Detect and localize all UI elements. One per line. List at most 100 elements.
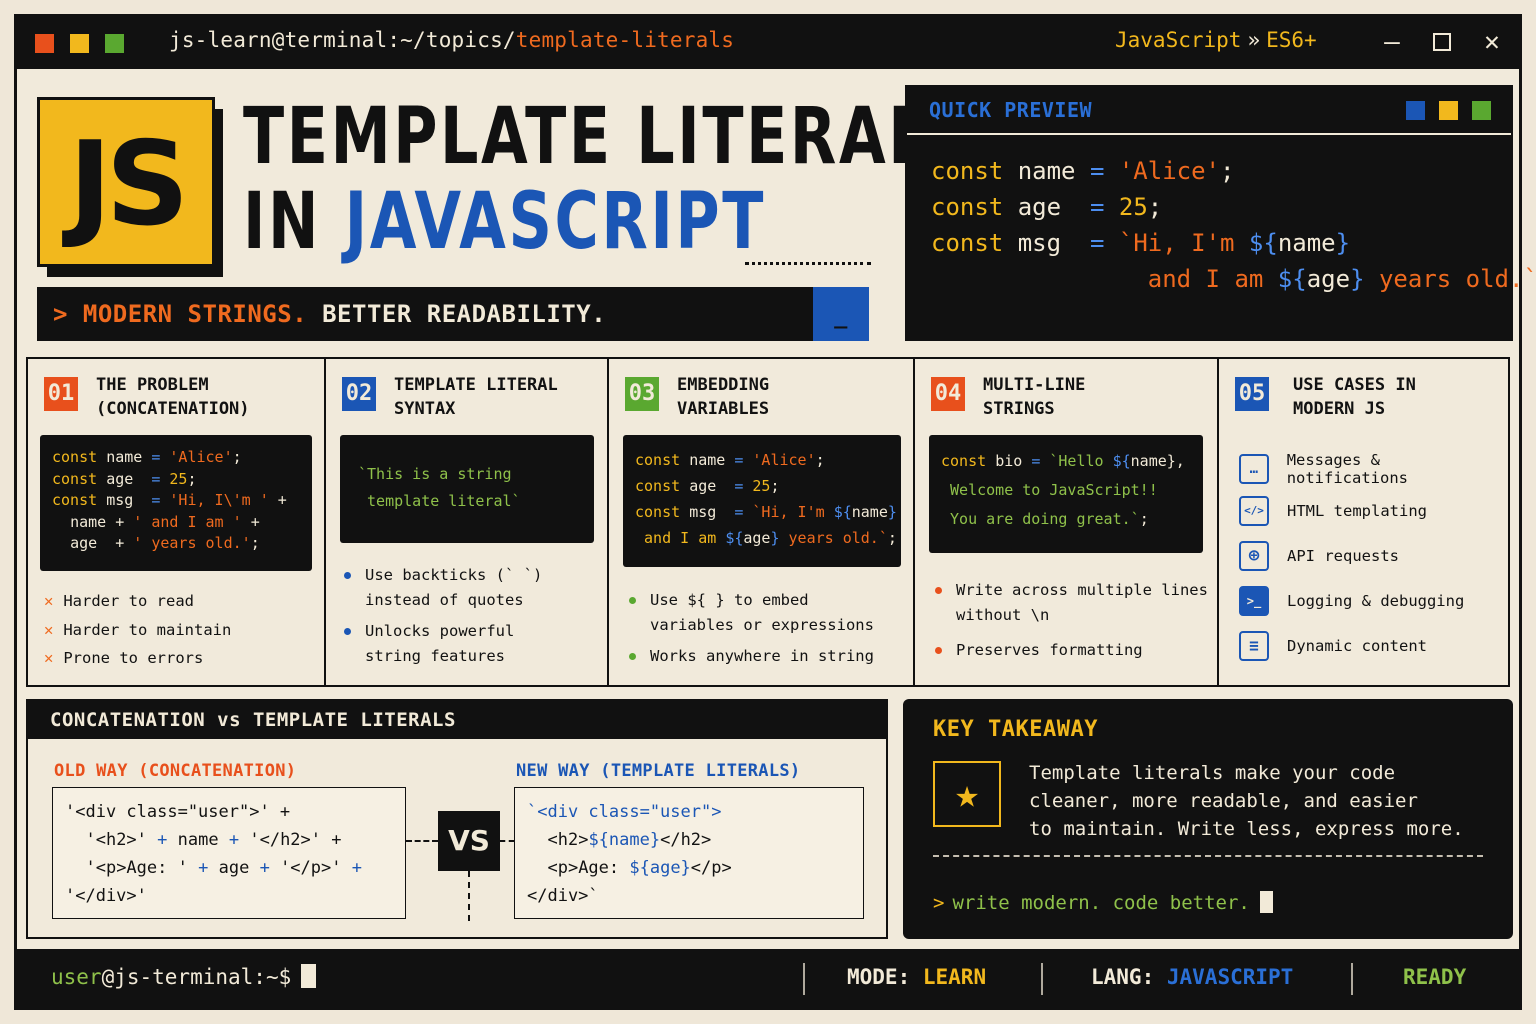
green-dot-icon[interactable] bbox=[105, 34, 124, 53]
code-token: years old.` bbox=[1364, 265, 1536, 293]
card-number: 05 bbox=[1235, 377, 1269, 411]
status-separator bbox=[803, 963, 805, 995]
mode-value: LEARN bbox=[922, 965, 987, 989]
maximize-icon[interactable] bbox=[1425, 25, 1459, 59]
code-token: name bbox=[1017, 157, 1076, 185]
code-token: age bbox=[70, 534, 98, 552]
embedding-list: Use ${ } to embed variables or expressio… bbox=[629, 588, 874, 669]
yellow-dot-icon[interactable] bbox=[70, 34, 89, 53]
code-token: bio bbox=[995, 452, 1023, 470]
code-token: ${ bbox=[725, 529, 744, 547]
key-takeaway-panel: KEY TAKEAWAY ★ Template literals make yo… bbox=[903, 699, 1513, 939]
page-title-line1: TEMPLATE LITERALS bbox=[243, 92, 976, 182]
tagline-cursor: _ bbox=[813, 287, 869, 341]
code-token: ; bbox=[250, 534, 260, 552]
minimize-icon[interactable]: — bbox=[1375, 25, 1409, 59]
code-token: msg bbox=[1017, 229, 1062, 257]
tagline-text: BETTER READABILITY. bbox=[322, 300, 607, 328]
chat-bubble-icon: … bbox=[1239, 454, 1269, 484]
code-token: const bbox=[635, 451, 681, 469]
code-token: `Hello bbox=[1049, 452, 1113, 470]
code-token: 'Hi, I\'m ' bbox=[169, 491, 269, 509]
connector-line bbox=[406, 840, 438, 842]
code-token: const bbox=[635, 503, 681, 521]
code-token: name bbox=[177, 830, 219, 850]
use-case-label: Messages & notifications bbox=[1286, 451, 1409, 487]
code-block: `This is a string template literal` bbox=[340, 435, 594, 543]
list-item: Unlocks powerful string features bbox=[344, 619, 542, 669]
document-icon: ≡ bbox=[1239, 631, 1269, 661]
code-token: + bbox=[198, 858, 209, 878]
old-way-label: OLD WAY (CONCATENATION) bbox=[54, 761, 297, 781]
code-token: ' years old.' bbox=[133, 534, 251, 552]
code-token: ' and I am ' bbox=[133, 512, 242, 531]
list-item-text: Preserves formatting bbox=[956, 641, 1143, 659]
globe-icon: ⊕ bbox=[1239, 541, 1269, 571]
shell-prompt[interactable]: user@js-terminal:~$ bbox=[51, 964, 317, 990]
list-item: Write across multiple lines without \n bbox=[935, 578, 1208, 628]
card-multi-line: 04 MULTI-LINE STRINGS const bio = `Hello… bbox=[915, 359, 1219, 685]
status-bar: user@js-terminal:~$ MODE: LEARN LANG: JA… bbox=[17, 949, 1519, 1007]
new-way-label: NEW WAY (TEMPLATE LITERALS) bbox=[516, 761, 801, 781]
syntax-list: Use backticks (` `) instead of quotes Unl… bbox=[344, 563, 542, 669]
card-number: 04 bbox=[931, 377, 965, 411]
code-token: const bbox=[52, 448, 98, 466]
use-case-item: ≡ Dynamic content bbox=[1239, 631, 1427, 661]
topic-cards: 01 THE PROBLEM (CONCATENATION) const nam… bbox=[26, 357, 1510, 687]
code-token: const bbox=[52, 491, 98, 509]
card-number: 01 bbox=[44, 377, 78, 411]
crumb-lang[interactable]: JavaScript bbox=[1115, 28, 1241, 52]
code-token: 'Alice' bbox=[752, 451, 816, 469]
connector-line bbox=[468, 871, 470, 921]
code-token: '<h2>' bbox=[85, 830, 147, 850]
path-prefix: js-learn@terminal:~/topics/ bbox=[169, 28, 516, 52]
yellow-square-icon bbox=[1439, 101, 1458, 120]
code-token: ${ bbox=[1277, 265, 1307, 293]
lang-indicator: LANG: JAVASCRIPT bbox=[1091, 965, 1293, 989]
card-title: MULTI-LINE STRINGS bbox=[983, 375, 1086, 419]
code-token: age bbox=[689, 477, 717, 495]
code-token: msg bbox=[106, 491, 134, 509]
code-block: const bio = `Hello ${name}, Welcome to J… bbox=[929, 435, 1203, 553]
code-token: name bbox=[106, 448, 143, 466]
problem-list: ✕ Harder to read ✕ Harder to maintain ✕ Prone… bbox=[44, 587, 231, 673]
cross-icon: ✕ bbox=[44, 592, 54, 610]
code-token: and I am bbox=[1147, 265, 1278, 293]
code-token: </p> bbox=[690, 858, 732, 878]
takeaway-prompt: > write modern. code better. bbox=[933, 890, 1273, 915]
preview-dots bbox=[1406, 101, 1491, 120]
code-token: ; bbox=[770, 477, 780, 495]
card-embedding-variables: 03 EMBEDDING VARIABLES const name = 'Ali… bbox=[609, 359, 915, 685]
crumb-version[interactable]: ES6+ bbox=[1266, 28, 1317, 52]
status-ready: READY bbox=[1403, 965, 1467, 989]
code-token: ; bbox=[887, 529, 897, 547]
code-token: name bbox=[851, 503, 888, 521]
code-token: ${ bbox=[833, 503, 852, 521]
code-token: msg bbox=[689, 503, 717, 521]
comparison-title: CONCATENATION vs TEMPLATE LITERALS bbox=[28, 701, 886, 739]
takeaway-title: KEY TAKEAWAY bbox=[933, 717, 1098, 742]
cross-icon: ✕ bbox=[44, 649, 54, 667]
code-token: age bbox=[1017, 193, 1062, 221]
code-token: + bbox=[115, 534, 125, 552]
prompt-user: user bbox=[51, 965, 102, 989]
lang-value: JAVASCRIPT bbox=[1166, 965, 1294, 989]
red-dot-icon[interactable] bbox=[35, 34, 54, 53]
use-case-item: … Messages & notifications bbox=[1239, 451, 1508, 487]
bullet-dot-icon bbox=[935, 587, 942, 594]
code-token: and I am bbox=[644, 529, 726, 547]
list-item: Works anywhere in string bbox=[629, 644, 874, 669]
code-token: '</p>' bbox=[280, 858, 342, 878]
list-item: ✕ Prone to errors bbox=[44, 644, 231, 673]
code-token: ; bbox=[187, 469, 197, 488]
use-case-label: API requests bbox=[1287, 547, 1399, 565]
close-icon[interactable]: ✕ bbox=[1475, 25, 1509, 59]
code-token: } bbox=[770, 529, 780, 547]
window-dots bbox=[35, 34, 124, 53]
code-token: } bbox=[1350, 265, 1365, 293]
code-token: ${age} bbox=[629, 858, 691, 878]
code-token: </h2> bbox=[660, 830, 712, 850]
code-token: 25 bbox=[169, 469, 188, 488]
code-token: </div>` bbox=[527, 886, 599, 906]
tagline-prompt: > bbox=[53, 300, 68, 328]
